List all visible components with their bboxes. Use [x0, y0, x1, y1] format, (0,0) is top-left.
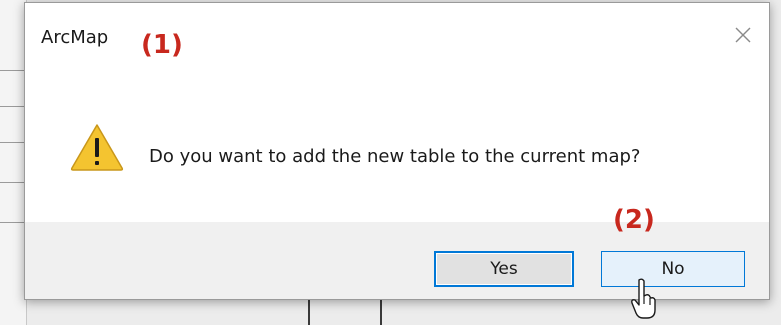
- dialog-message: Do you want to add the new table to the …: [149, 146, 641, 167]
- background-divider: [0, 142, 26, 143]
- background-divider: [0, 222, 26, 223]
- background-divider: [380, 300, 382, 325]
- mouse-cursor-icon: [631, 278, 656, 319]
- arcmap-dialog: ArcMap Do you want to add the new table …: [24, 2, 770, 300]
- background-divider: [0, 182, 26, 183]
- no-button[interactable]: No: [601, 251, 745, 287]
- background-divider: [0, 70, 26, 71]
- dialog-title: ArcMap: [41, 27, 109, 48]
- background-divider: [0, 106, 26, 107]
- annotation-step-2: (2): [613, 205, 655, 235]
- yes-button[interactable]: Yes: [434, 251, 574, 287]
- warning-icon: [70, 124, 124, 171]
- background-panel-edge: [0, 0, 27, 325]
- annotation-step-1: (1): [141, 30, 183, 60]
- background-divider: [308, 300, 310, 325]
- close-icon[interactable]: [733, 25, 753, 45]
